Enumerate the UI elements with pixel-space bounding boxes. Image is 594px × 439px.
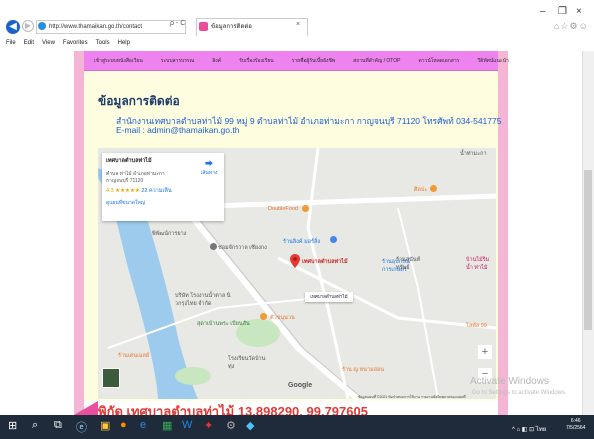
nav-item[interactable]: วีดิทัศน์แนะนำ xyxy=(477,57,509,65)
address-bar[interactable]: http://www.thamaikan.go.th/contact xyxy=(36,20,186,34)
toolbar-icons[interactable]: ⌂☆⚙☺ xyxy=(554,21,589,32)
satellite-toggle[interactable] xyxy=(102,368,120,388)
word-icon[interactable]: W xyxy=(182,419,192,431)
ie-icon[interactable]: e xyxy=(140,419,146,431)
windows-watermark-sub: Go to Settings to activate Windows. xyxy=(472,390,567,396)
tab-close-button[interactable]: × xyxy=(296,21,300,28)
location-pin-icon[interactable] xyxy=(290,254,300,268)
windows-start-icon[interactable]: ⊞ xyxy=(8,419,17,432)
nav-item[interactable]: รายชื่อผู้รับเบี้ยยังชีพ xyxy=(292,57,335,65)
nav-item[interactable]: รับเรื่องร้องเรียน xyxy=(239,57,274,65)
shop-icon xyxy=(330,236,337,243)
directions-icon: ⮕ xyxy=(205,159,213,168)
map-poi[interactable]: ตัวขนุนวน xyxy=(270,314,295,322)
map-poi[interactable]: ร้าน ญ หนามอ่อน xyxy=(342,366,384,374)
menu-view[interactable]: View xyxy=(42,40,55,46)
map-poi[interactable]: พิพัฒน์การยาง xyxy=(152,230,186,238)
menu-edit[interactable]: Edit xyxy=(24,40,34,46)
map-poi[interactable]: สุดาเบ้านพระ เบียนสัน xyxy=(197,320,253,328)
map-info-label: เทศบาลตำบลท่าไม้ xyxy=(305,292,353,302)
tab-favicon-icon xyxy=(199,22,208,31)
google-logo: Google xyxy=(288,382,313,389)
park-area xyxy=(175,367,211,385)
site-nav: เข้าสู่ระบบหนังสือเวียน ระบบสารบรรณ ลิงค… xyxy=(84,51,509,71)
nav-item[interactable]: เข้าสู่ระบบหนังสือเวียน xyxy=(94,57,143,65)
system-tray[interactable]: ^ ⌂ ◧ ⊡ ไทย xyxy=(512,424,546,434)
site-icon xyxy=(38,22,46,30)
larger-map-link[interactable]: ดูแผนที่ขนาดใหญ่ xyxy=(106,199,220,207)
map-poi[interactable]: ร้านสุนันท์ทรัพย์ xyxy=(396,256,426,272)
map-terms[interactable]: ข้อมูลแผนที่ ©2021 ข้อกำหนดการใช้งาน ราย… xyxy=(358,394,466,400)
menu-help[interactable]: Help xyxy=(118,40,130,46)
map-poi[interactable]: DoubleFood xyxy=(268,206,298,212)
road xyxy=(397,207,439,399)
directions-button[interactable]: ⮕ เส้นทาง xyxy=(200,158,218,177)
menu-file[interactable]: File xyxy=(6,40,16,46)
map-poi[interactable]: ร้านลิงค์ มอร์ลิ่ง xyxy=(283,238,320,246)
map-poi[interactable]: ช่อมจักรวาล เซียงกง xyxy=(218,244,267,252)
map-poi[interactable]: บริษัท โรงงานน้ำตาล นิวกรุงไทย จำกัด xyxy=(175,292,231,308)
windows-taskbar xyxy=(0,415,594,439)
nav-item[interactable]: ดาวน์โหลดเอกสาร xyxy=(418,57,459,65)
app-icon[interactable]: ◆ xyxy=(246,419,254,432)
page-border-left xyxy=(74,51,84,415)
restaurant-icon xyxy=(302,205,309,212)
map-poi[interactable]: ศิลปะ xyxy=(414,186,427,194)
nav-item[interactable]: ลิงค์ xyxy=(212,57,221,65)
minimize-button[interactable]: – xyxy=(540,6,546,17)
store-icon[interactable]: ▦ xyxy=(162,419,172,432)
task-view-icon[interactable]: ⧉ xyxy=(54,419,62,432)
zoom-in-button[interactable]: + xyxy=(478,345,492,359)
map-poi[interactable]: น้ำท่ามะกา xyxy=(460,150,487,158)
clock-date: 7/5/2564 xyxy=(566,425,586,431)
search-icon[interactable]: ⌕ xyxy=(32,419,38,432)
close-button[interactable]: × xyxy=(576,6,582,17)
menu-tools[interactable]: Tools xyxy=(96,40,110,46)
forward-button[interactable]: ▶ xyxy=(22,20,34,32)
map-poi[interactable]: โลตัส 99 xyxy=(466,322,487,330)
app-icon[interactable]: ⚙ xyxy=(226,419,236,432)
directions-label: เส้นทาง xyxy=(200,170,218,176)
shop-icon xyxy=(210,243,217,250)
file-explorer-icon[interactable]: ▣ xyxy=(100,419,110,432)
menu-favorites[interactable]: Favorites xyxy=(63,40,88,46)
nav-item[interactable]: ระบบสารบรรณ xyxy=(161,57,194,65)
map-poi[interactable]: ร้านเด่นเมลย์ xyxy=(118,352,158,360)
place-address: ตำบล ท่าไม้ อำเภอท่ามะกา กาญจนบุรี 71120 xyxy=(106,171,165,184)
page-title: ข้อมูลการติดต่อ xyxy=(98,94,180,108)
rating-stars: 4.3 ★★★★★ xyxy=(106,188,140,194)
windows-watermark: Activate Windows xyxy=(470,376,549,387)
clock[interactable]: 6:46 7/5/2564 xyxy=(566,418,585,432)
edge-icon[interactable]: ⓔ xyxy=(76,419,87,435)
map-poi[interactable]: โรงเรียนวัดบ้านทุ่ง xyxy=(228,355,268,371)
firefox-icon[interactable]: ● xyxy=(120,419,127,431)
address-tools[interactable]: ρ - C xyxy=(170,20,185,27)
menu-bar: File Edit View Favorites Tools Help xyxy=(0,40,594,51)
clock-time: 6:46 xyxy=(570,418,581,424)
map-poi[interactable]: บ้านไม้ริมน้ำ ท่าไม้ xyxy=(466,256,496,272)
restaurant-icon xyxy=(260,313,267,320)
page-border-right xyxy=(498,51,508,415)
browser-tab[interactable]: ข้อมูลการติดต่อ xyxy=(196,18,308,36)
back-button[interactable]: ◀ xyxy=(6,20,20,34)
reviews-link[interactable]: 22 ความเห็น xyxy=(141,188,171,194)
contact-email[interactable]: E-mail : admin@thamaikan.go.th xyxy=(116,125,239,135)
nav-item[interactable]: สถานที่สำคัญ / OTOP xyxy=(353,57,400,65)
shop-icon xyxy=(430,185,437,192)
restore-button[interactable]: ❐ xyxy=(558,6,567,17)
scrollbar-thumb[interactable] xyxy=(584,170,592,330)
app-icon[interactable]: ✦ xyxy=(204,419,213,432)
pin-label: เทศบาลตำบลท่าไม้ xyxy=(302,259,348,265)
place-rating: 4.3 ★★★★★ 22 ความเห็น xyxy=(106,187,220,195)
